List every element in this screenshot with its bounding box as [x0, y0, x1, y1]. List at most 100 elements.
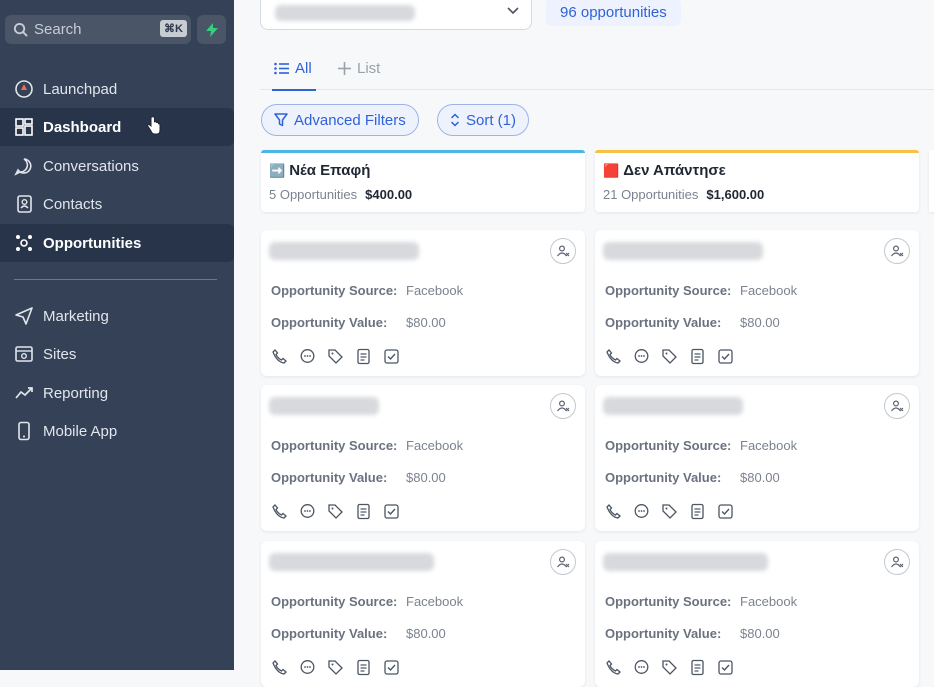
quick-action-button[interactable]	[197, 15, 226, 44]
task-icon[interactable]	[383, 503, 400, 520]
search-input[interactable]: Search ⌘K	[5, 15, 191, 44]
pipeline-select[interactable]	[260, 0, 532, 30]
search-shortcut: ⌘K	[160, 20, 187, 37]
note-icon[interactable]	[689, 503, 706, 520]
column-value: $400.00	[365, 187, 413, 202]
column-meta: 21 Opportunities $1,600.00	[603, 187, 764, 202]
opportunity-name-redacted	[603, 397, 743, 415]
field-value: $80.00	[740, 470, 780, 485]
opportunity-card[interactable]: Opportunity Source: Facebook Opportunity V…	[595, 385, 919, 531]
note-icon[interactable]	[355, 659, 372, 676]
field-label: Opportunity Value:	[271, 626, 388, 641]
next-column-edge	[929, 150, 934, 212]
task-icon[interactable]	[717, 659, 734, 676]
sidebar: Search ⌘K Launchpad Dashboard Conversati…	[0, 0, 234, 670]
field-label: Opportunity Source:	[605, 594, 732, 609]
view-tabs: All List	[260, 52, 934, 91]
phone-icon[interactable]	[605, 348, 622, 365]
pipeline-name-redacted	[275, 5, 415, 21]
tag-icon[interactable]	[661, 348, 678, 365]
chart-icon	[15, 387, 33, 399]
assign-user-button[interactable]	[884, 238, 910, 264]
sidebar-item-reporting[interactable]: Reporting	[0, 374, 234, 412]
task-icon[interactable]	[717, 348, 734, 365]
message-icon[interactable]	[299, 503, 316, 520]
task-icon[interactable]	[383, 348, 400, 365]
sidebar-item-launchpad[interactable]: Launchpad	[0, 70, 234, 108]
tag-icon[interactable]	[661, 503, 678, 520]
note-icon[interactable]	[689, 659, 706, 676]
phone-icon[interactable]	[271, 503, 288, 520]
task-icon[interactable]	[383, 659, 400, 676]
tag-icon[interactable]	[327, 503, 344, 520]
advanced-filters-button[interactable]: Advanced Filters	[261, 104, 419, 136]
user-x-icon	[557, 245, 570, 257]
sidebar-item-label: Dashboard	[43, 118, 122, 136]
column-title: ➡️ Νέα Επαφή	[269, 162, 370, 179]
dashboard-icon	[15, 118, 33, 136]
tag-icon[interactable]	[661, 659, 678, 676]
sidebar-item-opportunities[interactable]: Opportunities	[0, 224, 234, 262]
assign-user-button[interactable]	[550, 393, 576, 419]
sort-icon	[450, 113, 460, 127]
sidebar-item-sites[interactable]: Sites	[0, 335, 234, 373]
message-icon[interactable]	[633, 659, 650, 676]
opportunity-value: Opportunity Value: $80.00	[605, 626, 780, 641]
field-label: Opportunity Value:	[605, 626, 722, 641]
sidebar-item-label: Mobile App	[43, 422, 118, 440]
field-value: Facebook	[406, 438, 464, 453]
field-value: Facebook	[740, 594, 798, 609]
opportunity-card[interactable]: Opportunity Source: Facebook Opportunity V…	[595, 541, 919, 687]
opportunity-card[interactable]: Opportunity Source: Facebook Opportunity V…	[261, 230, 585, 376]
message-icon[interactable]	[299, 348, 316, 365]
note-icon[interactable]	[355, 503, 372, 520]
opportunities-icon	[16, 235, 32, 251]
message-icon[interactable]	[633, 503, 650, 520]
opportunity-source: Opportunity Source: Facebook	[271, 594, 463, 609]
tab-label: All	[295, 60, 312, 77]
opportunity-card[interactable]: Opportunity Source: Facebook Opportunity V…	[261, 385, 585, 531]
sidebar-item-mobile-app[interactable]: Mobile App	[0, 412, 234, 450]
sidebar-item-contacts[interactable]: Contacts	[0, 185, 234, 223]
opportunity-count-badge: 96 opportunities	[546, 0, 681, 26]
opportunity-source: Opportunity Source: Facebook	[605, 438, 797, 453]
opportunity-card[interactable]: Opportunity Source: Facebook Opportunity V…	[261, 541, 585, 687]
tag-icon[interactable]	[327, 348, 344, 365]
arrow-right-icon: ➡️	[269, 162, 286, 178]
note-icon[interactable]	[689, 348, 706, 365]
phone-icon[interactable]	[605, 503, 622, 520]
rocket-icon	[15, 80, 33, 98]
sidebar-item-label: Opportunities	[43, 234, 142, 252]
phone-icon[interactable]	[605, 659, 622, 676]
tab-list[interactable]: List	[338, 60, 380, 77]
chat-icon	[14, 158, 32, 176]
task-icon[interactable]	[717, 503, 734, 520]
message-icon[interactable]	[299, 659, 316, 676]
column-meta: 5 Opportunities $400.00	[269, 187, 412, 202]
message-icon[interactable]	[633, 348, 650, 365]
opportunity-card[interactable]: Opportunity Source: Facebook Opportunity V…	[595, 230, 919, 376]
sort-button[interactable]: Sort (1)	[437, 104, 530, 136]
opportunity-source: Opportunity Source: Facebook	[605, 594, 797, 609]
field-label: Opportunity Value:	[605, 470, 722, 485]
field-value: Facebook	[740, 283, 798, 298]
note-icon[interactable]	[355, 348, 372, 365]
phone-icon[interactable]	[271, 348, 288, 365]
tab-label: List	[357, 60, 381, 77]
sidebar-item-dashboard[interactable]: Dashboard	[0, 108, 234, 146]
column-title-text: Νέα Επαφή	[289, 162, 371, 179]
tab-all[interactable]: All	[272, 60, 316, 91]
assign-user-button[interactable]	[884, 549, 910, 575]
field-value: $80.00	[406, 626, 446, 641]
assign-user-button[interactable]	[884, 393, 910, 419]
sidebar-item-conversations[interactable]: Conversations	[0, 147, 234, 185]
sidebar-item-marketing[interactable]: Marketing	[0, 297, 234, 335]
opportunity-source: Opportunity Source: Facebook	[271, 438, 463, 453]
field-label: Opportunity Value:	[605, 315, 722, 330]
tag-icon[interactable]	[327, 659, 344, 676]
card-actions	[605, 503, 734, 520]
assign-user-button[interactable]	[550, 238, 576, 264]
assign-user-button[interactable]	[550, 549, 576, 575]
phone-icon[interactable]	[271, 659, 288, 676]
card-actions	[271, 348, 400, 365]
